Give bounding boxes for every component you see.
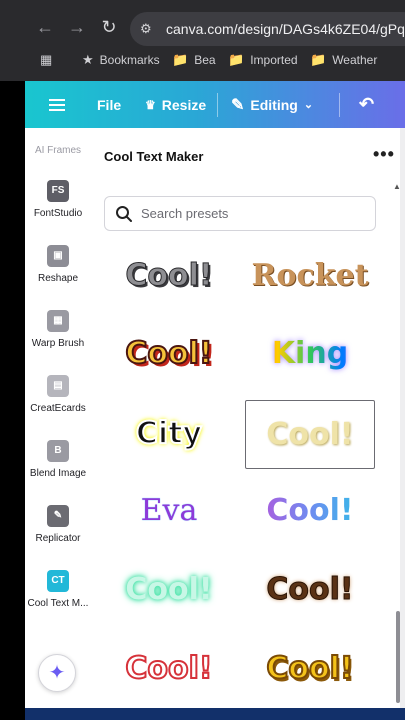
blend-image-icon: B [47,440,69,462]
rail-item-replicator[interactable]: ✎ Replicator [25,505,91,544]
preset-cool-gold[interactable]: Cool! [245,635,375,701]
back-icon[interactable]: ← [34,16,56,38]
site-settings-icon[interactable]: ⚙ [140,21,156,37]
preset-king[interactable]: King [245,320,375,386]
url-text: canva.com/design/DAGs4k6ZE04/gPqga5O [166,21,405,37]
browser-nav-row: ← → ↻ ⚙ canva.com/design/DAGs4k6ZE04/gPq… [0,10,405,46]
reload-icon[interactable]: ↻ [98,16,120,38]
editing-mode-button[interactable]: ✎ Editing ⌄ [231,81,313,128]
replicator-icon: ✎ [47,505,69,527]
chevron-down-icon: ⌄ [303,99,314,111]
folder-icon: 📁 [310,52,327,67]
browser-chrome: ← → ↻ ⚙ canva.com/design/DAGs4k6ZE04/gPq… [0,0,405,81]
taskbar-strip [25,708,405,720]
preset-cool-gradient[interactable]: Cool! [245,477,375,543]
createcards-icon: ▤ [47,375,69,397]
preset-rocket[interactable]: Rocket [245,242,375,308]
preset-city[interactable]: City [104,400,234,466]
canvas-edge [400,128,405,708]
preset-cool-candy[interactable]: Cool! [104,635,234,701]
rail-item-createcards[interactable]: ▤ CreatEcards [25,375,91,414]
folder-icon: 📁 [228,52,245,67]
apps-side-rail: AI Frames FS FontStudio ▣ Reshape ▦ Warp… [25,128,91,708]
search-presets-field[interactable]: Search presets [104,196,376,231]
resize-button[interactable]: ♛ Resize [145,81,206,128]
search-icon [116,206,132,222]
search-placeholder: Search presets [141,206,229,221]
magic-sparkle-button[interactable]: ✦ [38,654,76,692]
toolbar-divider [217,93,218,117]
undo-icon[interactable]: ↶ [359,81,374,128]
preset-cool-ghost[interactable]: Cool! [245,400,375,469]
bookmark-weather[interactable]: 📁 Weather [310,52,377,68]
apps-icon[interactable]: ▦ [40,52,52,68]
cool-text-maker-icon: CT [47,570,69,592]
more-options-icon[interactable]: ••• [373,144,395,165]
warp-brush-icon: ▦ [47,310,69,332]
panel-title: Cool Text Maker [104,149,204,164]
preset-eva[interactable]: Eva [104,477,234,543]
rail-item-blend-image[interactable]: B Blend Image [25,440,91,479]
editor-toolbar: File ♛ Resize ✎ Editing ⌄ ↶ [25,81,405,128]
rail-item-fontstudio[interactable]: FS FontStudio [25,180,91,219]
forward-icon[interactable]: → [66,16,88,38]
pencil-icon: ✎ [231,96,245,114]
menu-icon[interactable] [49,81,65,128]
bookmark-bookmarks[interactable]: ★ Bookmarks [82,52,160,68]
rail-item-warp-brush[interactable]: ▦ Warp Brush [25,310,91,349]
bookmark-bea[interactable]: 📁 Bea [172,52,216,68]
reshape-icon: ▣ [47,245,69,267]
rail-item-reshape[interactable]: ▣ Reshape [25,245,91,284]
preset-cool-brown[interactable]: Cool! [245,556,375,622]
folder-icon: 📁 [172,52,189,67]
bookmark-imported[interactable]: 📁 Imported [228,52,298,68]
cool-text-maker-panel: Cool Text Maker ••• ▲ Search presets Coo… [91,128,405,708]
rail-item-cool-text-maker[interactable]: CT Cool Text M... [25,570,91,609]
fontstudio-icon: FS [47,180,69,202]
crown-icon: ♛ [145,97,156,112]
rail-item-ai-frames[interactable]: AI Frames [25,145,91,156]
canva-screen: ← → ↻ ⚙ canva.com/design/DAGs4k6ZE04/gPq… [0,0,405,720]
preset-cool-retro[interactable]: Cool! [104,320,234,386]
bookmarks-bar: ▦ ★ Bookmarks 📁 Bea 📁 Imported 📁 Weather [0,49,405,73]
toolbar-divider [339,93,340,117]
left-gutter [0,81,25,720]
preset-cool-glow[interactable]: Cool! [104,556,234,622]
file-menu-button[interactable]: File [97,81,121,128]
address-bar[interactable]: ⚙ canva.com/design/DAGs4k6ZE04/gPqga5O [130,12,405,46]
star-icon: ★ [82,52,94,67]
preset-cool-chrome[interactable]: Cool! [104,242,234,308]
